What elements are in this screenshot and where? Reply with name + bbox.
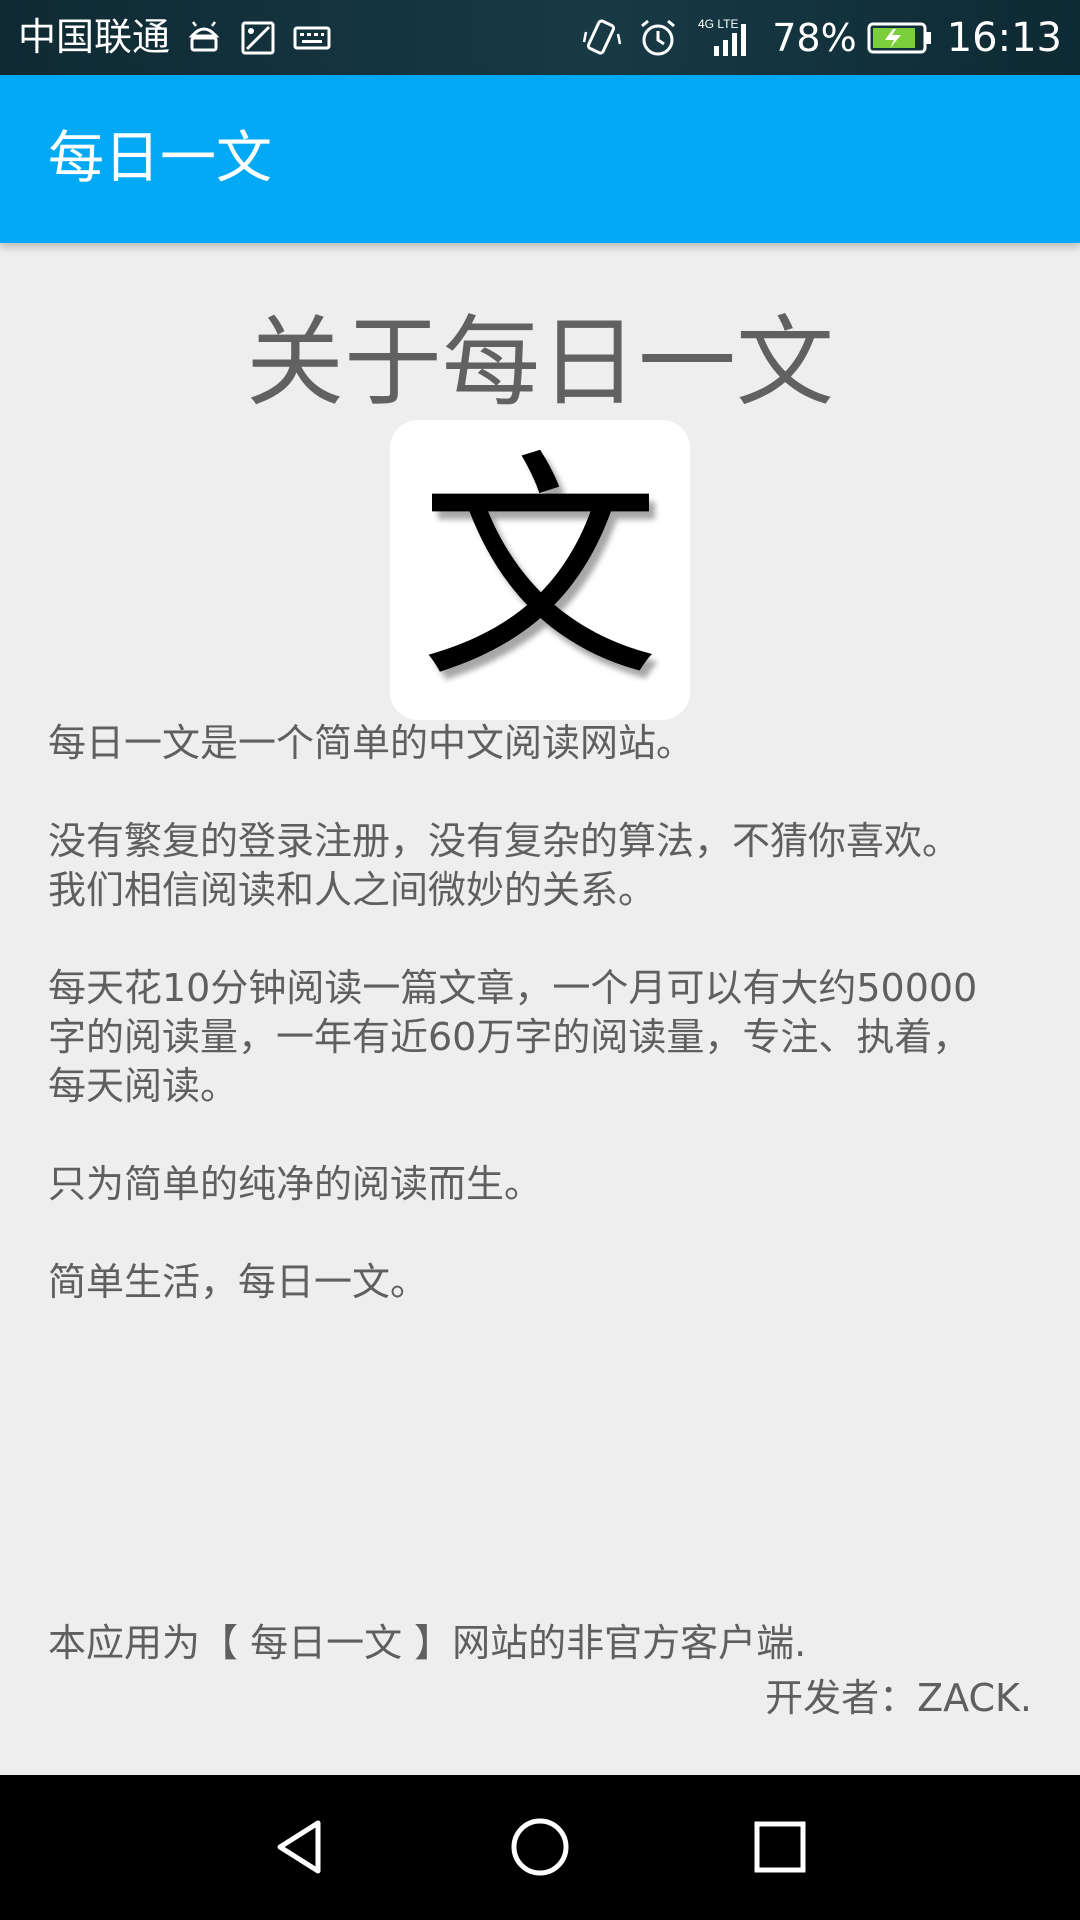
description-text: 每日一文是一个简单的中文阅读网站。 没有繁复的登录注册，没有复杂的算法，不猜你喜…	[48, 719, 1008, 1356]
image-icon	[238, 18, 278, 58]
status-left: 中国联通	[18, 0, 346, 75]
vibrate-icon	[580, 16, 624, 60]
status-bar: 中国联通 4G LTE 78% 16:13	[0, 0, 1080, 75]
network-type-label: 4G LTE	[698, 17, 738, 31]
signal-icon: 4G LTE	[692, 16, 752, 60]
clock: 16:13	[946, 14, 1062, 61]
home-icon	[511, 1818, 569, 1876]
alarm-icon	[636, 16, 680, 60]
developer-credit: 开发者：ZACK.	[765, 1676, 1032, 1720]
paragraph: 没有繁复的登录注册，没有复杂的算法，不猜你喜欢。我们相信阅读和人之间微妙的关系。	[48, 819, 961, 912]
carrier-name: 中国联通	[18, 15, 171, 59]
back-button[interactable]	[250, 1797, 350, 1897]
footer-note: 本应用为【 每日一文 】网站的非官方客户端.	[48, 1621, 807, 1665]
app-bar: 每日一文	[0, 75, 1080, 243]
navigation-bar	[0, 1775, 1080, 1920]
keyboard-icon	[292, 18, 332, 58]
paragraph: 只为简单的纯净的阅读而生。	[48, 1162, 543, 1206]
app-title: 每日一文	[48, 126, 272, 191]
app-logo: 文	[390, 420, 690, 720]
logo-glyph: 文	[419, 430, 660, 710]
back-icon	[277, 1820, 321, 1874]
home-button[interactable]	[490, 1797, 590, 1897]
recent-apps-button[interactable]	[730, 1797, 830, 1897]
paragraph: 每日一文是一个简单的中文阅读网站。	[48, 721, 695, 765]
about-heading: 关于每日一文	[245, 306, 834, 420]
paragraph: 简单生活，每日一文。	[48, 1260, 429, 1304]
paragraph: 每天花10分钟阅读一篇文章，一个月可以有大约50000字的阅读量，一年有近60万…	[48, 966, 978, 1108]
battery-charging-icon	[867, 16, 933, 60]
screen: 中国联通 4G LTE 78% 16:13 每日一文 关于每日一文 文 每日一文…	[0, 0, 1080, 1920]
android-icon	[184, 18, 224, 58]
about-content: 关于每日一文 文 每日一文是一个简单的中文阅读网站。 没有繁复的登录注册，没有复…	[0, 243, 1080, 1775]
recent-apps-icon	[754, 1821, 806, 1873]
battery-percent: 78%	[772, 15, 857, 60]
status-right: 4G LTE 78% 16:13	[568, 0, 1062, 75]
